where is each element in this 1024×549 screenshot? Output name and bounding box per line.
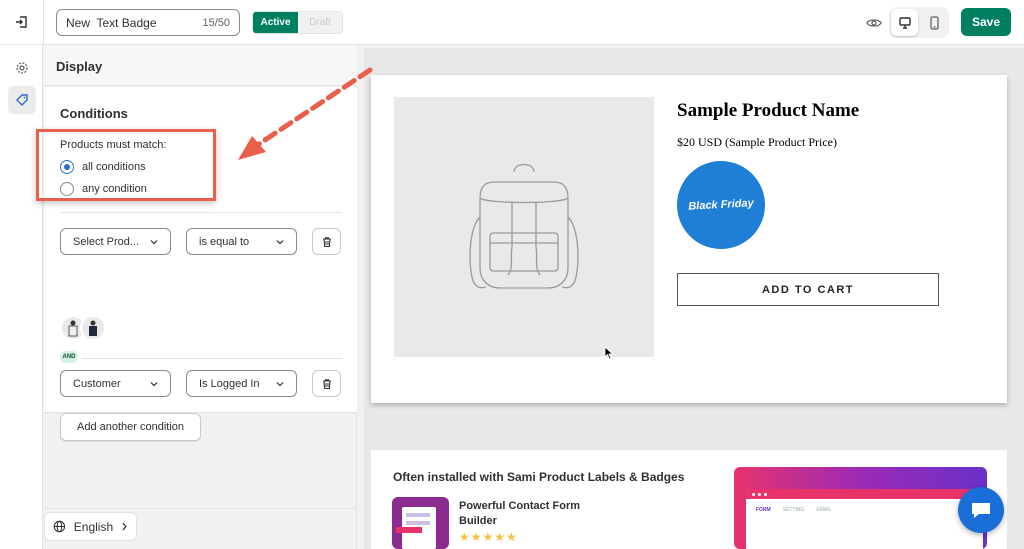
badge-name-value[interactable]: New Text Badge [66, 16, 202, 30]
product-name: Sample Product Name [677, 100, 860, 121]
language-label: English [73, 519, 114, 534]
language-selector[interactable]: English [44, 512, 137, 541]
status-toggle[interactable]: Active Draft [252, 11, 343, 34]
rating-stars: ★★★★★ [459, 530, 518, 544]
select-value: Is Logged In [199, 377, 260, 390]
product-price: $20 USD (Sample Product Price) [677, 135, 837, 149]
radio-any-condition[interactable]: any condition [60, 182, 147, 196]
divider [44, 508, 357, 509]
device-switcher [889, 7, 949, 38]
radio-label: all conditions [82, 161, 146, 173]
screenshot-tab: FORM [756, 507, 771, 513]
match-label: Products must match: [60, 139, 167, 151]
chevron-right-icon [122, 522, 127, 531]
status-draft-button[interactable]: Draft [298, 12, 342, 33]
left-rail [0, 45, 43, 549]
conditions-title: Conditions [60, 106, 128, 121]
selected-products[interactable] [60, 315, 106, 341]
globe-icon [53, 520, 66, 533]
preview-eye-icon[interactable] [866, 15, 882, 31]
char-count: 15/50 [202, 16, 230, 29]
tag-icon[interactable] [8, 86, 36, 114]
radio-button[interactable] [60, 182, 74, 196]
screenshot-window: FORM SETTING EMAIL [746, 489, 983, 549]
screenshot-tab: EMAIL [816, 507, 832, 513]
select-value: is equal to [199, 235, 250, 248]
chevron-down-icon [276, 239, 284, 244]
mobile-icon[interactable] [920, 9, 947, 36]
app-name[interactable]: Powerful Contact Form Builder [459, 499, 599, 529]
radio-button-checked[interactable] [60, 160, 74, 174]
app-icon[interactable] [392, 497, 449, 549]
top-bar: New Text Badge 15/50 Active Draft Save [0, 0, 1024, 45]
window-bar [746, 489, 983, 499]
and-badge: AND [60, 351, 78, 363]
radio-all-conditions[interactable]: all conditions [60, 160, 146, 174]
condition-operator-select[interactable]: Is Logged In [186, 370, 297, 397]
chevron-down-icon [276, 381, 284, 386]
exit-icon[interactable] [12, 12, 32, 32]
settings-gear-icon[interactable] [8, 54, 36, 82]
condition-field-select[interactable]: Select Prod... [60, 228, 171, 255]
divider [82, 358, 342, 359]
screenshot-tab: SETTING [782, 507, 805, 513]
product-image-placeholder [394, 97, 654, 357]
select-value: Select Prod... [73, 235, 140, 248]
annotation-arrow-icon [238, 67, 373, 160]
divider [60, 212, 342, 213]
radio-label: any condition [82, 183, 147, 195]
app-screenshot[interactable]: FORM SETTING EMAIL [734, 467, 987, 549]
add-condition-button[interactable]: Add another condition [60, 413, 201, 441]
condition-operator-select[interactable]: is equal to [186, 228, 297, 255]
condition-field-select[interactable]: Customer [60, 370, 171, 397]
contact-form-app-icon [396, 507, 436, 549]
add-to-cart-button[interactable]: ADD TO CART [677, 273, 939, 306]
badge-name-input[interactable]: New Text Badge 15/50 [56, 9, 240, 36]
chevron-down-icon [150, 239, 158, 244]
chevron-down-icon [150, 381, 158, 386]
chat-icon[interactable] [958, 487, 1004, 533]
delete-condition-trash-icon[interactable] [312, 370, 341, 397]
product-thumbnail [80, 315, 106, 341]
status-active-button[interactable]: Active [253, 12, 298, 33]
promo-title: Often installed with Sami Product Labels… [393, 470, 685, 484]
divider [43, 0, 44, 45]
screenshot-tabs: FORM SETTING EMAIL [746, 499, 983, 521]
save-button[interactable]: Save [961, 8, 1011, 36]
mouse-cursor-icon [604, 346, 614, 360]
desktop-icon[interactable] [891, 9, 918, 36]
select-value: Customer [73, 377, 121, 390]
backpack-icon [469, 163, 579, 289]
delete-condition-trash-icon[interactable] [312, 228, 341, 255]
